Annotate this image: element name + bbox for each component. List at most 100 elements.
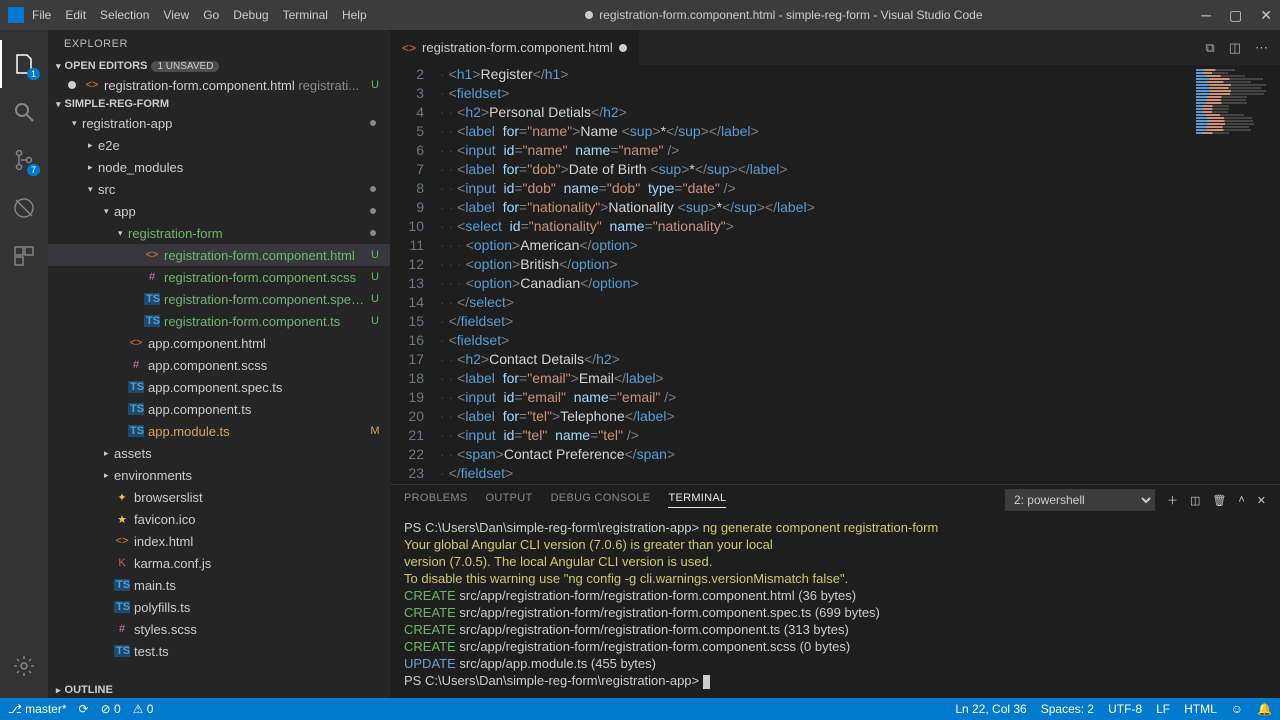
feedback-icon[interactable]: ☺ <box>1231 702 1243 716</box>
tree-item[interactable]: <>registration-form.component.htmlU <box>48 244 390 266</box>
tree-item[interactable]: ▾app <box>48 200 390 222</box>
file-icon: ✦ <box>114 491 130 504</box>
tree-item[interactable]: TSapp.component.ts <box>48 398 390 420</box>
tree-item[interactable]: TSapp.component.spec.ts <box>48 376 390 398</box>
tree-item[interactable]: #app.component.scss <box>48 354 390 376</box>
tree-item[interactable]: ✦browserslist <box>48 486 390 508</box>
tree-item[interactable]: ▸node_modules <box>48 156 390 178</box>
chevron-icon: ▸ <box>104 470 114 481</box>
panel-tab-terminal[interactable]: TERMINAL <box>668 492 726 508</box>
tree-label: app <box>114 204 370 219</box>
tree-label: src <box>98 182 370 197</box>
minimize-icon[interactable]: ─ <box>1201 7 1211 24</box>
panel-tab-problems[interactable]: PROBLEMS <box>404 492 468 508</box>
menu-help[interactable]: Help <box>342 8 367 22</box>
status-bar: ⎇ master* ⟳ ⊘ 0 ⚠ 0 Ln 22, Col 36 Spaces… <box>0 698 1280 720</box>
menu-go[interactable]: Go <box>203 8 219 22</box>
tree-item[interactable]: ★favicon.ico <box>48 508 390 530</box>
scm-icon[interactable]: 7 <box>0 136 48 184</box>
search-icon[interactable] <box>0 88 48 136</box>
menu-terminal[interactable]: Terminal <box>283 8 328 22</box>
project-header[interactable]: ▾ SIMPLE-REG-FORM <box>48 96 390 112</box>
menu-selection[interactable]: Selection <box>100 8 149 22</box>
branch-indicator[interactable]: ⎇ master* <box>8 702 67 716</box>
indentation[interactable]: Spaces: 2 <box>1041 702 1094 716</box>
outline-header[interactable]: ▸ OUTLINE <box>48 682 390 698</box>
tree-item[interactable]: ▾registration-form <box>48 222 390 244</box>
tree-label: app.module.ts <box>148 424 368 439</box>
close-panel-icon[interactable]: ✕ <box>1257 494 1266 507</box>
open-editor-item[interactable]: <> registration-form.component.html regi… <box>48 74 390 96</box>
dirty-dot-icon <box>68 81 76 89</box>
compare-icon[interactable]: ⧉ <box>1205 40 1214 56</box>
tree-item[interactable]: TSmain.ts <box>48 574 390 596</box>
tree-item[interactable]: <>app.component.html <box>48 332 390 354</box>
tree-item[interactable]: TSpolyfills.ts <box>48 596 390 618</box>
encoding[interactable]: UTF-8 <box>1108 702 1142 716</box>
tree-item[interactable]: TSapp.module.tsM <box>48 420 390 442</box>
notifications-icon[interactable]: 🔔 <box>1257 702 1272 716</box>
language-mode[interactable]: HTML <box>1184 702 1217 716</box>
tree-item[interactable]: ▾registration-app <box>48 112 390 134</box>
more-icon[interactable]: ⋯ <box>1255 40 1268 56</box>
errors-indicator[interactable]: ⊘ 0 <box>101 702 121 716</box>
sync-icon[interactable]: ⟳ <box>79 702 89 716</box>
warnings-indicator[interactable]: ⚠ 0 <box>133 702 154 716</box>
file-icon: <> <box>114 535 130 547</box>
debug-icon[interactable] <box>0 184 48 232</box>
file-icon: TS <box>144 315 160 327</box>
settings-gear-icon[interactable] <box>0 642 48 690</box>
terminal-output[interactable]: PS C:\Users\Dan\simple-reg-form\registra… <box>390 515 1280 698</box>
maximize-panel-icon[interactable]: ˄ <box>1238 494 1244 506</box>
dirty-dot-icon <box>619 44 627 52</box>
tree-item[interactable]: TSregistration-form.component.tsU <box>48 310 390 332</box>
project-label: SIMPLE-REG-FORM <box>65 98 170 110</box>
tree-item[interactable]: ▾src <box>48 178 390 200</box>
new-terminal-icon[interactable]: ＋ <box>1167 492 1178 508</box>
kill-terminal-icon[interactable]: 🗑 <box>1212 494 1226 507</box>
file-status: U <box>368 293 382 305</box>
file-icon: <> <box>144 249 160 261</box>
tree-item[interactable]: Kkarma.conf.js <box>48 552 390 574</box>
chevron-icon: ▾ <box>118 228 128 239</box>
extensions-icon[interactable] <box>0 232 48 280</box>
menu-view[interactable]: View <box>163 8 189 22</box>
eol[interactable]: LF <box>1156 702 1170 716</box>
tree-item[interactable]: ▸environments <box>48 464 390 486</box>
tree-label: environments <box>114 468 382 483</box>
open-editors-label: OPEN EDITORS <box>65 60 148 72</box>
code-content[interactable]: · <h1>Register</h1>· <fieldset>· · <h2>P… <box>440 65 1190 484</box>
panel-tab-output[interactable]: OUTPUT <box>486 492 533 508</box>
chevron-icon: ▾ <box>88 184 98 195</box>
cursor-position[interactable]: Ln 22, Col 36 <box>955 702 1026 716</box>
tree-item[interactable]: ▸assets <box>48 442 390 464</box>
tree-item[interactable]: #registration-form.component.scssU <box>48 266 390 288</box>
split-terminal-icon[interactable]: ◫ <box>1190 494 1200 507</box>
menu-edit[interactable]: Edit <box>65 8 86 22</box>
tree-label: registration-form.component.scss <box>164 270 368 285</box>
split-editor-icon[interactable]: ◫ <box>1229 40 1241 56</box>
close-icon[interactable]: ✕ <box>1260 7 1272 24</box>
maximize-icon[interactable]: ▢ <box>1229 7 1242 24</box>
tree-item[interactable]: ▸e2e <box>48 134 390 156</box>
minimap[interactable] <box>1190 65 1280 484</box>
tree-item[interactable]: #styles.scss <box>48 618 390 640</box>
menu-file[interactable]: File <box>32 8 51 22</box>
file-icon: TS <box>128 381 144 393</box>
panel-tab-debug-console[interactable]: DEBUG CONSOLE <box>551 492 651 508</box>
modified-dot-icon <box>370 120 376 126</box>
chevron-down-icon: ▾ <box>56 99 61 110</box>
code-editor[interactable]: 234567891011121314151617181920212223 · <… <box>390 65 1280 484</box>
tree-item[interactable]: TSregistration-form.component.spec.tsU <box>48 288 390 310</box>
chevron-icon: ▾ <box>104 206 114 217</box>
terminal-selector[interactable]: 2: powershell <box>1005 489 1155 511</box>
tree-item[interactable]: <>index.html <box>48 530 390 552</box>
tree-item[interactable]: TStest.ts <box>48 640 390 662</box>
open-editors-header[interactable]: ▾ OPEN EDITORS 1 UNSAVED <box>48 58 390 74</box>
chevron-icon: ▾ <box>72 118 82 129</box>
activity-bar: 1 7 <box>0 30 48 698</box>
explorer-icon[interactable]: 1 <box>0 40 48 88</box>
editor-tab[interactable]: <> registration-form.component.html <box>390 30 639 65</box>
menu-debug[interactable]: Debug <box>233 8 268 22</box>
file-icon: TS <box>128 403 144 415</box>
